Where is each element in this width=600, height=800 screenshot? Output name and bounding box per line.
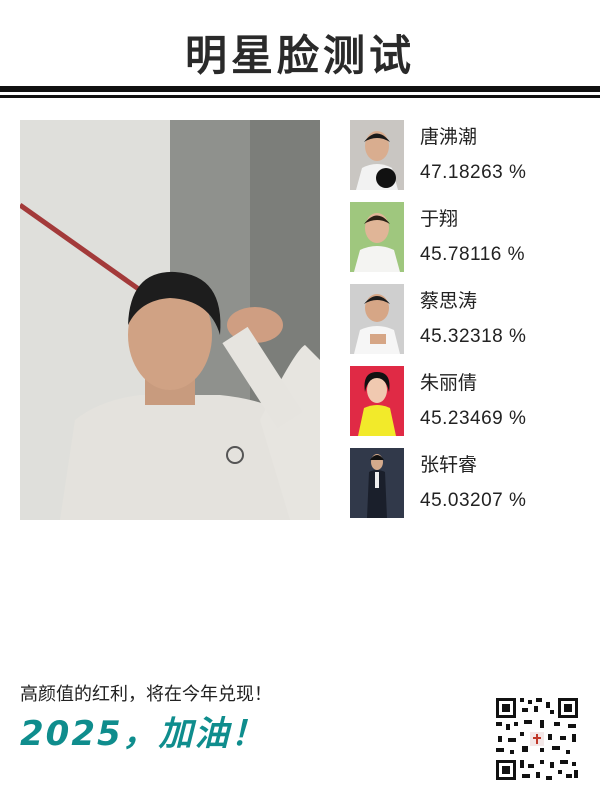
match-item: 朱丽倩 45.23469 % <box>350 366 590 436</box>
title-divider-thin <box>0 95 600 98</box>
match-thumbnail <box>350 202 404 272</box>
match-name: 于翔 <box>420 208 459 230</box>
match-name: 唐沸潮 <box>420 126 478 148</box>
match-name: 蔡思涛 <box>420 290 478 312</box>
page-title: 明星脸测试 <box>184 31 415 80</box>
uploaded-photo <box>20 120 320 520</box>
match-item: 唐沸潮 47.18263 % <box>350 120 590 190</box>
match-score: 47.18263 % <box>420 162 527 183</box>
slogan: 2025，加油！ <box>20 714 267 754</box>
tagline: 高颜值的红利，将在今年兑现！ <box>20 684 272 705</box>
match-thumbnail <box>350 120 404 190</box>
match-name: 张轩睿 <box>420 454 478 476</box>
match-item: 于翔 45.78116 % <box>350 202 590 272</box>
match-thumbnail <box>350 284 404 354</box>
match-score: 45.32318 % <box>420 326 527 347</box>
match-score: 45.03207 % <box>420 490 527 511</box>
match-thumbnail <box>350 448 404 518</box>
match-name: 朱丽倩 <box>420 372 478 394</box>
match-item: 蔡思涛 45.32318 % <box>350 284 590 354</box>
match-score: 45.23469 % <box>420 408 527 429</box>
title-divider-thick <box>0 86 600 92</box>
match-item: 张轩睿 45.03207 % <box>350 448 590 518</box>
match-thumbnail <box>350 366 404 436</box>
match-score: 45.78116 % <box>420 244 526 265</box>
qr-code[interactable] <box>494 696 580 782</box>
